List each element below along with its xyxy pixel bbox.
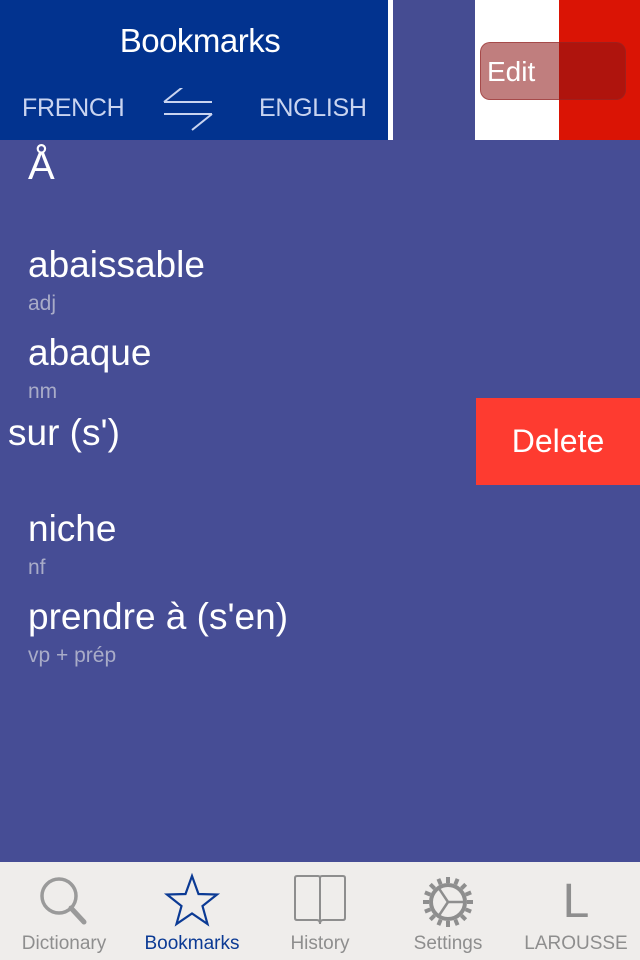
entry-word: niche — [28, 508, 117, 549]
bookmarks-list: Å abaissable adj abaque nm sur (s') Dele… — [0, 140, 640, 862]
tab-label: Settings — [413, 933, 483, 954]
larousse-logo-icon: L — [562, 875, 590, 928]
page-title: Bookmarks — [119, 22, 281, 59]
search-icon — [40, 877, 87, 925]
tab-label: History — [290, 933, 350, 954]
gear-icon — [423, 877, 473, 927]
delete-button[interactable]: Delete — [476, 398, 640, 485]
edit-button[interactable]: Edit — [480, 42, 626, 100]
section-header: Å — [28, 144, 55, 188]
entry-pos: vp + prép — [28, 644, 117, 667]
tab-dictionary[interactable]: Dictionary — [0, 862, 128, 960]
list-item[interactable]: prendre à (s'en) vp + prép — [0, 588, 640, 676]
tab-bar: Dictionary Bookmarks History Settings L … — [0, 862, 640, 960]
star-icon — [163, 872, 221, 927]
swap-arrows-icon[interactable] — [160, 88, 216, 132]
tab-label: Bookmarks — [144, 933, 240, 954]
tab-settings[interactable]: Settings — [384, 862, 512, 960]
list-item[interactable]: niche nf — [0, 500, 640, 588]
tab-label: LAROUSSE — [524, 933, 628, 954]
entry-word: abaissable — [28, 244, 205, 285]
tab-larousse[interactable]: L LAROUSSE — [512, 862, 640, 960]
target-language-button[interactable]: ENGLISH — [259, 94, 367, 123]
book-icon — [294, 875, 346, 925]
header-panel: Bookmarks FRENCH ENGLISH — [0, 0, 388, 140]
entry-word: prendre à (s'en) — [28, 596, 289, 637]
entry-pos: nm — [28, 380, 58, 403]
tab-label: Dictionary — [21, 933, 107, 954]
tab-bookmarks[interactable]: Bookmarks — [128, 862, 256, 960]
header: Bookmarks FRENCH ENGLISH Edit — [0, 0, 640, 140]
entry-word: abaque — [28, 332, 152, 373]
list-item[interactable]: abaissable adj — [0, 236, 640, 324]
tab-history[interactable]: History — [256, 862, 384, 960]
entry-word: sur (s') — [8, 412, 120, 453]
flag-stripe-blue — [393, 0, 475, 140]
entry-pos: nf — [28, 556, 46, 579]
entry-pos: adj — [28, 292, 57, 315]
source-language-button[interactable]: FRENCH — [22, 94, 125, 123]
